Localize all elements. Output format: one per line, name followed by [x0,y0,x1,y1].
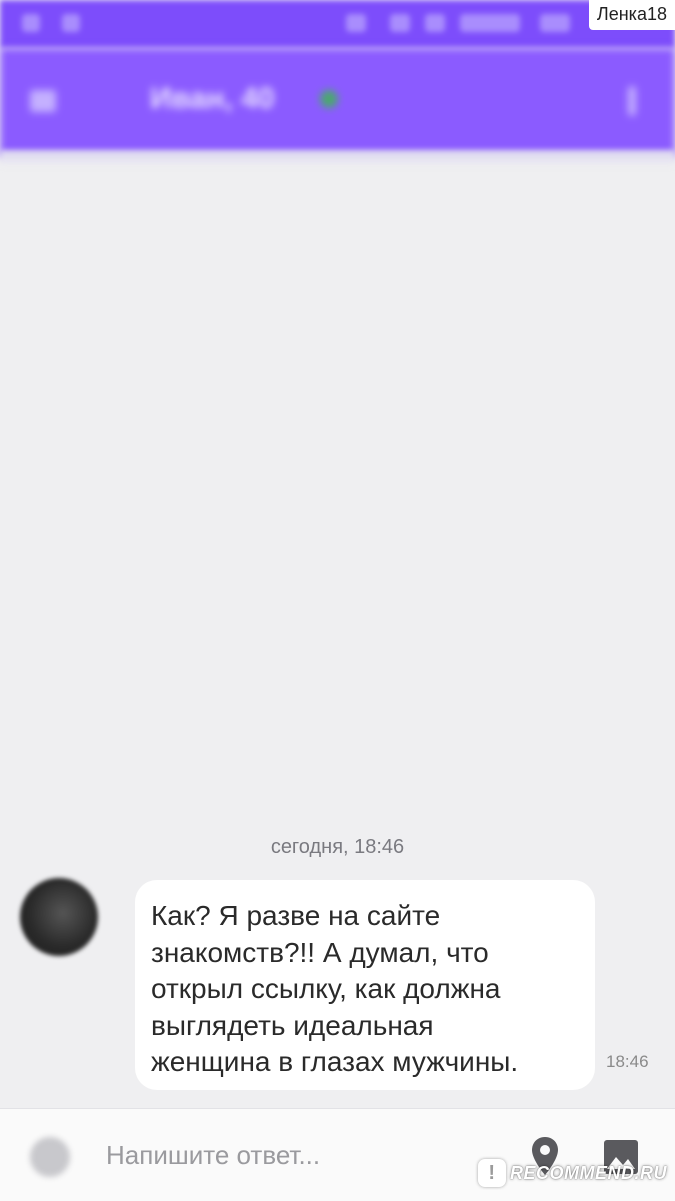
app-bar: Иван, 40 [0,48,675,156]
message-text: Как? Я разве на сайте знакомств?!! А дум… [151,898,579,1081]
brand-text: RECOMMEND.RU [510,1162,667,1183]
more-menu-icon[interactable] [628,86,636,116]
message-line: Как? Я разве на сайте [151,900,441,931]
author-watermark: Ленка18 [588,0,675,30]
date-separator: сегодня, 18:46 [270,836,405,858]
sim-icon [540,14,570,32]
message-line: знакомств?!! А думал, что [151,936,489,968]
brand-badge-icon: ! [478,1159,506,1187]
message-line: открыл ссылку, как должна [151,973,501,1004]
battery-icon [425,14,445,32]
attach-icon[interactable] [30,1137,70,1177]
wifi-icon [390,14,410,32]
message-line: выглядеть идеальная [151,1009,434,1041]
clock-text [460,14,520,32]
message-line: женщина в глазах мужчины. [151,1046,519,1077]
status-bar [0,0,675,48]
chat-title[interactable]: Иван, 40 [150,82,274,116]
back-icon[interactable] [30,90,56,112]
signal-icon [346,14,366,32]
search-icon [62,14,80,32]
brand-watermark: ! RECOMMEND.RU [478,1155,667,1191]
reply-input[interactable] [100,1131,500,1179]
message-bubble[interactable]: Как? Я разве на сайте знакомств?!! А дум… [135,880,595,1090]
message-time: 18:46 [606,1052,649,1071]
avatar[interactable] [20,878,98,956]
notification-icon [22,14,40,32]
header-shadow [0,150,675,166]
online-status-icon [320,90,338,108]
